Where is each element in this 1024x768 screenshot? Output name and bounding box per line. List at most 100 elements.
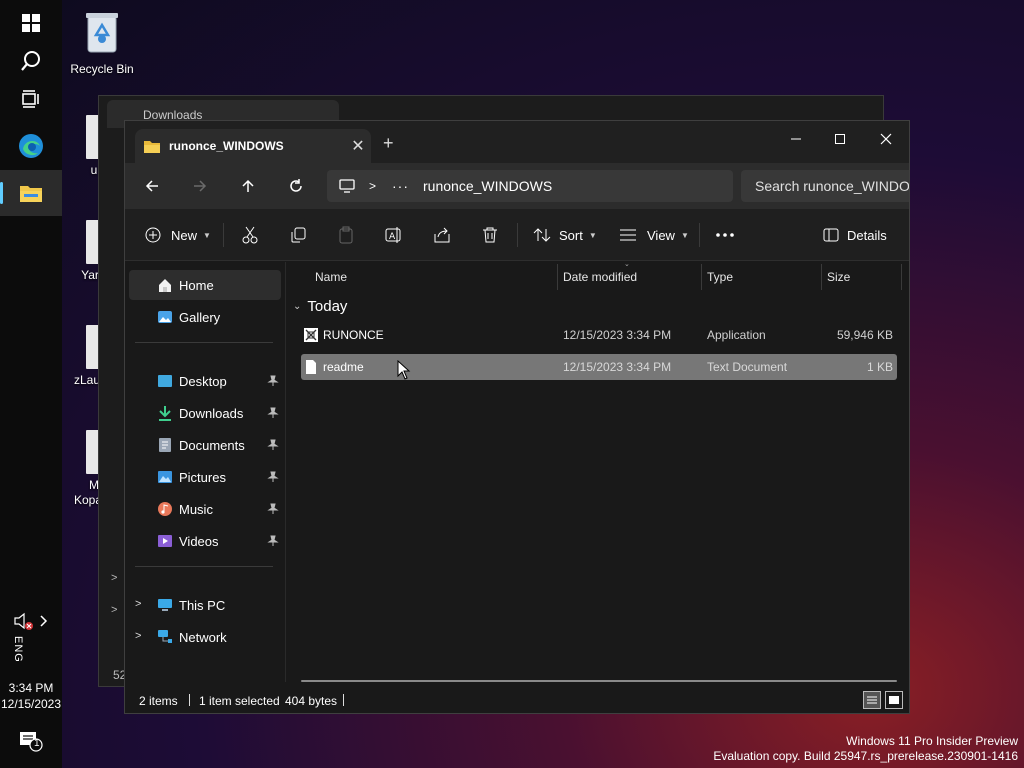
column-header-size[interactable]: Size [827, 270, 850, 284]
delete-button[interactable] [481, 221, 499, 249]
forward-button[interactable] [185, 171, 215, 201]
explorer-window[interactable]: runonce_WINDOWS ✕ + > ··· runonce_WINDOW… [124, 120, 910, 714]
large-icons-view-button[interactable] [885, 691, 903, 709]
recycle-bin-label: Recycle Bin [70, 62, 134, 76]
sidebar-item-label: This PC [179, 597, 226, 613]
minimize-button[interactable] [773, 125, 819, 153]
new-button[interactable]: New ▼ [145, 221, 211, 249]
documents-icon [157, 437, 173, 453]
paste-icon [339, 226, 353, 244]
details-view-button[interactable] [863, 691, 881, 709]
column-divider[interactable] [821, 264, 822, 290]
horizontal-scrollbar[interactable] [301, 680, 897, 682]
desktop-icon [157, 373, 173, 389]
column-header-date-modified[interactable]: Date modified [563, 270, 637, 284]
pin-icon[interactable] [267, 535, 279, 550]
application-icon [303, 327, 319, 346]
column-header-type[interactable]: Type [707, 270, 733, 284]
sidebar-item-network[interactable]: Network [129, 622, 281, 652]
pane-splitter[interactable] [285, 262, 286, 682]
search-box[interactable]: Search runonce_WINDOWS [741, 170, 909, 202]
tab-close-button[interactable]: ✕ [345, 136, 371, 156]
pin-icon[interactable] [267, 471, 279, 486]
refresh-button[interactable] [281, 171, 311, 201]
group-header-today[interactable]: ⌄ Today [293, 298, 347, 315]
details-pane-button[interactable]: Details [823, 221, 887, 249]
arrow-up-icon [242, 179, 254, 192]
breadcrumb-overflow-icon[interactable]: ··· [392, 178, 409, 194]
chevron-down-icon: ▼ [680, 230, 689, 240]
toolbar-separator [517, 223, 518, 247]
recycle-bin-desktop-icon[interactable]: Recycle Bin [68, 10, 136, 76]
sidebar-item-gallery[interactable]: Gallery [129, 302, 281, 332]
tab-runonce-windows[interactable]: runonce_WINDOWS ✕ [135, 129, 371, 163]
table-row[interactable] [301, 444, 897, 470]
new-tab-button[interactable]: + [383, 133, 394, 154]
details-view-icon [867, 696, 877, 704]
sidebar-separator [135, 342, 273, 343]
breadcrumb-chevron-icon[interactable]: > [369, 179, 376, 193]
file-explorer-taskbar-button[interactable] [0, 170, 62, 216]
table-row-runonce[interactable]: RUNONCE 12/15/2023 3:34 PM Application 5… [301, 322, 897, 348]
view-button[interactable]: View ▼ [619, 221, 689, 249]
more-options-button[interactable] [715, 221, 735, 249]
address-bar[interactable]: > ··· runonce_WINDOWS [327, 170, 733, 202]
view-list-icon [620, 229, 636, 241]
rename-button[interactable]: A [385, 221, 403, 249]
column-divider[interactable] [557, 264, 558, 290]
cut-button[interactable] [241, 221, 259, 249]
column-divider[interactable] [701, 264, 702, 290]
notification-center-button[interactable]: 1 [0, 718, 62, 764]
search-input[interactable]: Search runonce_WINDOWS [755, 178, 909, 194]
pin-icon[interactable] [267, 375, 279, 390]
volume-muted-icon [14, 612, 48, 630]
videos-icon [157, 533, 173, 549]
sidebar-item-label: Gallery [179, 309, 221, 325]
address-path[interactable]: runonce_WINDOWS [423, 178, 552, 194]
up-button[interactable] [233, 171, 263, 201]
sidebar-item-home[interactable]: Home [129, 270, 281, 300]
active-indicator [0, 182, 3, 204]
close-button[interactable] [863, 125, 909, 153]
notification-badge: 1 [34, 738, 40, 749]
pin-icon[interactable] [267, 439, 279, 454]
sort-button[interactable]: Sort ▼ [533, 221, 597, 249]
sidebar-item-downloads[interactable]: Downloads [129, 398, 281, 428]
plus-circle-icon [145, 227, 161, 243]
sidebar-item-videos[interactable]: Videos [129, 526, 281, 556]
paste-button[interactable] [337, 221, 355, 249]
folder-icon [144, 140, 160, 153]
tray-volume-button[interactable] [0, 598, 62, 644]
column-divider[interactable] [901, 264, 902, 290]
sidebar-item-label: Desktop [179, 373, 227, 389]
clock-date[interactable]: 12/15/2023 [0, 697, 62, 711]
background-expander-1[interactable]: > [111, 572, 117, 584]
group-label: Today [307, 298, 348, 315]
sidebar-item-pictures[interactable]: Pictures [129, 462, 281, 492]
column-header-name[interactable]: Name [315, 270, 347, 284]
table-row-readme[interactable]: readme 12/15/2023 3:34 PM Text Document … [301, 354, 897, 380]
watermark-line1: Windows 11 Pro Insider Preview [846, 734, 1018, 748]
sidebar-item-documents[interactable]: Documents [129, 430, 281, 460]
share-button[interactable] [433, 221, 451, 249]
task-view-icon [22, 90, 39, 108]
maximize-button[interactable] [817, 125, 863, 153]
sidebar-item-this-pc[interactable]: This PC [129, 590, 281, 620]
watermark-line2: Evaluation copy. Build 25947.rs_prerelea… [713, 749, 1018, 763]
task-view-button[interactable] [0, 76, 62, 122]
pin-icon[interactable] [267, 407, 279, 422]
file-name: RUNONCE [323, 328, 384, 342]
back-button[interactable] [137, 171, 167, 201]
edge-taskbar-button[interactable] [0, 123, 62, 169]
sidebar-item-music[interactable]: Music [129, 494, 281, 524]
background-expander-2[interactable]: > [111, 604, 117, 616]
sidebar-item-desktop[interactable]: Desktop [129, 366, 281, 396]
search-icon [21, 51, 40, 71]
details-pane-label: Details [847, 227, 887, 243]
chevron-down-icon: ▼ [203, 230, 211, 240]
network-icon [157, 629, 173, 645]
pin-icon[interactable] [267, 503, 279, 518]
clock-time[interactable]: 3:34 PM [0, 681, 62, 695]
language-indicator[interactable]: ENG [12, 636, 24, 663]
copy-button[interactable] [289, 221, 307, 249]
